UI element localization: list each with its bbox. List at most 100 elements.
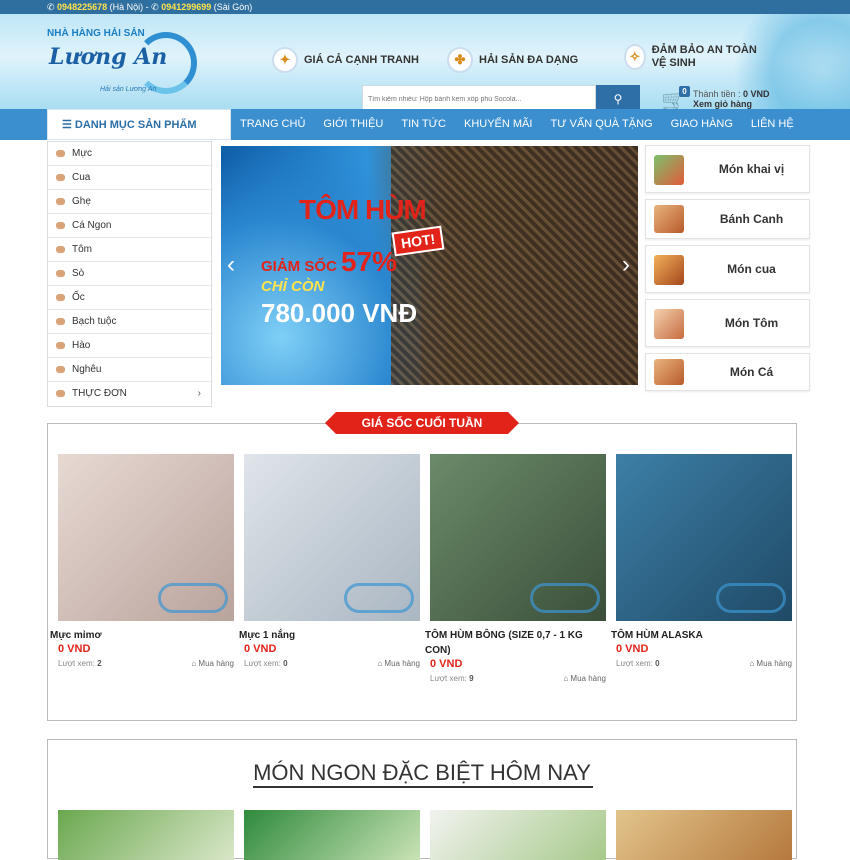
menu-dish-icon [56, 390, 65, 397]
special-dish-image[interactable] [58, 810, 234, 860]
buy-button[interactable]: ⌂ Mua hàng [563, 674, 606, 683]
phone-saigon[interactable]: 0941299699 [161, 2, 211, 12]
nav-contact[interactable]: LIÊN HỆ [742, 109, 803, 140]
views-label: Lượt xem: [244, 659, 281, 668]
featured-dish-categories: Món khai vị Bánh Canh Món cua Món Tôm Mó… [645, 145, 810, 397]
category-item-octopus[interactable]: Bạch tuộc [48, 310, 211, 334]
product-card[interactable]: Mực 1 nắng 0 VND Lượt xem: 0 ⌂ Mua hàng [239, 454, 420, 671]
watermark-logo [344, 583, 414, 613]
location-hanoi: (Hà Nội) - [109, 2, 149, 12]
weekend-sale-section: GIÁ SỐC CUỐI TUẦN ‹ › Mực mỉmơ 0 VND Lượ… [47, 412, 797, 721]
watermark-logo [530, 583, 600, 613]
hero-banner[interactable]: TÔM HÙM HOT! GIẢM SỐC 57% CHỈ CÒN 780.00… [221, 146, 638, 385]
buy-label: Mua hàng [570, 674, 606, 683]
nav-delivery[interactable]: GIAO HÀNG [662, 109, 742, 140]
coin-icon: ✦ [272, 47, 298, 73]
category-item-blue-crab[interactable]: Ghẹ [48, 190, 211, 214]
feature-price: ✦ GIÁ CẢ CẠNH TRANH [272, 47, 419, 73]
category-item-snail[interactable]: Ốc [48, 286, 211, 310]
views-label: Lượt xem: [616, 659, 653, 668]
product-price: 0 VND [244, 643, 277, 655]
logo-line2: Lương An [49, 44, 168, 70]
views-count: 9 [469, 674, 474, 683]
search-bar: ⚲ [362, 85, 640, 109]
search-button[interactable]: ⚲ [596, 85, 640, 109]
category-item-crab[interactable]: Cua [48, 166, 211, 190]
nav-promotions[interactable]: KHUYẾN MÃI [455, 109, 541, 140]
nav-news[interactable]: TIN TỨC [392, 109, 455, 140]
fish-icon [56, 222, 65, 229]
category-item-clam[interactable]: Sò [48, 262, 211, 286]
crab-icon: ✤ [447, 47, 473, 73]
product-card[interactable]: TÔM HÙM BÔNG (SIZE 0,7 - 1 KG CON) 0 VND… [425, 454, 606, 686]
category-item-shrimp[interactable]: Tôm [48, 238, 211, 262]
special-dishes-section: MÓN NGON ĐẶC BIỆT HÔM NAY [47, 739, 797, 860]
dish-category-crab[interactable]: Món cua [645, 245, 810, 293]
category-item-squid[interactable]: Mực [48, 142, 211, 166]
product-card[interactable]: Mực mỉmơ 0 VND Lượt xem: 2 ⌂ Mua hàng [50, 454, 234, 671]
shell-icon [56, 366, 65, 373]
category-label: Cua [72, 172, 91, 183]
watermark-logo [716, 583, 786, 613]
special-dish-image[interactable] [244, 810, 420, 860]
dish-category-label: Món Cá [729, 365, 774, 379]
phone-icon: ✆ [151, 2, 162, 12]
view-cart-link[interactable]: Xem giỏ hàng [693, 99, 752, 109]
site-logo[interactable]: NHÀ HÀNG HẢI SẢN Lương An Hải sản Lương … [45, 26, 200, 106]
product-price: 0 VND [616, 643, 649, 655]
nav-home[interactable]: TRANG CHỦ [231, 109, 314, 140]
buy-button[interactable]: ⌂ Mua hàng [377, 659, 420, 668]
dish-category-banh-canh[interactable]: Bánh Canh [645, 199, 810, 239]
shrimp-icon [56, 246, 65, 253]
cart[interactable]: 🛒 0 Thành tiền : 0 VND Xem giỏ hàng [661, 86, 791, 109]
chevron-right-icon[interactable]: › [622, 251, 630, 279]
search-input[interactable] [362, 85, 596, 109]
dish-category-appetizer[interactable]: Món khai vị [645, 145, 810, 193]
category-item-oyster[interactable]: Hào [48, 334, 211, 358]
category-item-fish[interactable]: Cá Ngon [48, 214, 211, 238]
views-count: 2 [97, 659, 102, 668]
buy-button[interactable]: ⌂ Mua hàng [749, 659, 792, 668]
product-image[interactable] [244, 454, 420, 621]
category-menu-button[interactable]: ☰ DANH MỤC SẢN PHẨM [47, 109, 231, 140]
special-dish-image[interactable] [616, 810, 792, 860]
search-icon: ⚲ [613, 92, 623, 106]
cart-count: 0 [679, 86, 690, 97]
product-image[interactable] [430, 454, 606, 621]
dish-category-shrimp[interactable]: Món Tôm [645, 299, 810, 347]
phone-hanoi[interactable]: 0948225678 [57, 2, 107, 12]
product-meta: Lượt xem: 9 ⌂ Mua hàng [430, 674, 606, 686]
special-dish-image[interactable] [430, 810, 606, 860]
feature-variety: ✤ HẢI SẢN ĐA DẠNG [447, 47, 578, 73]
logo-line3: Hải sản Lương An [100, 86, 157, 93]
product-image[interactable] [58, 454, 234, 621]
product-name[interactable]: TÔM HÙM ALASKA [611, 628, 792, 643]
dish-category-fish[interactable]: Món Cá [645, 353, 810, 391]
category-label: Mực [72, 148, 93, 159]
oyster-icon [56, 342, 65, 349]
product-meta: Lượt xem: 2 ⌂ Mua hàng [58, 659, 234, 671]
category-label: Ốc [72, 292, 85, 303]
chevron-right-icon: › [197, 388, 201, 399]
nav-about[interactable]: GIỚI THIỆU [314, 109, 392, 140]
feature-safety-label: ĐẢM BẢO AN TOÀN VỆ SINH [651, 44, 757, 69]
category-item-nghieu[interactable]: Nghêu [48, 358, 211, 382]
buy-button[interactable]: ⌂ Mua hàng [191, 659, 234, 668]
clam-icon [56, 270, 65, 277]
category-item-menu[interactable]: THỰC ĐƠN › [48, 382, 211, 406]
product-image[interactable] [616, 454, 792, 621]
category-label: Ghẹ [72, 196, 91, 207]
product-card[interactable]: TÔM HÙM ALASKA 0 VND Lượt xem: 0 ⌂ Mua hà… [611, 454, 792, 671]
category-label: Nghêu [72, 364, 102, 375]
banner-lobster-image [391, 146, 638, 385]
product-name[interactable]: TÔM HÙM BÔNG (SIZE 0,7 - 1 KG CON) [425, 628, 606, 658]
product-name[interactable]: Mực 1 nắng [239, 628, 420, 643]
product-price: 0 VND [58, 643, 91, 655]
product-name[interactable]: Mực mỉmơ [50, 628, 234, 643]
nav-gift-advice[interactable]: TƯ VẤN QUÀ TẶNG [541, 109, 661, 140]
top-contact-bar: ✆ 0948225678 (Hà Nội) - ✆ 0941299699 (Sà… [0, 0, 850, 14]
views-count: 0 [655, 659, 660, 668]
product-meta: Lượt xem: 0 ⌂ Mua hàng [244, 659, 420, 671]
chevron-left-icon[interactable]: ‹ [227, 251, 235, 279]
snail-icon [56, 294, 65, 301]
